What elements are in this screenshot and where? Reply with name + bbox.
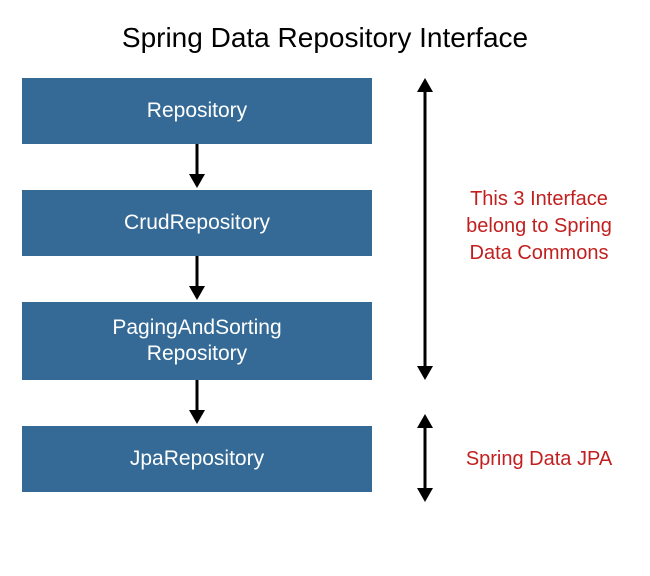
box-crud-repository: CrudRepository xyxy=(22,190,372,256)
box-paging-label-line2: Repository xyxy=(112,341,281,367)
bracket-commons-icon xyxy=(410,78,440,385)
bracket-jpa-icon xyxy=(410,414,440,507)
annotation-jpa-label: Spring Data JPA xyxy=(466,448,612,470)
arrow-down-icon xyxy=(22,380,372,426)
box-jpa-repository: JpaRepository xyxy=(22,426,372,492)
annotation-commons-line3: Data Commons xyxy=(450,240,628,267)
box-paging-sorting-repository: PagingAndSorting Repository xyxy=(22,302,372,380)
arrow-down-icon xyxy=(22,256,372,302)
annotation-commons: This 3 Interface belong to Spring Data C… xyxy=(450,186,628,267)
arrow-down-icon xyxy=(22,144,372,190)
box-paging-label-line1: PagingAndSorting xyxy=(112,315,281,341)
annotation-jpa: Spring Data JPA xyxy=(450,446,628,473)
box-jpa-label: JpaRepository xyxy=(130,446,264,472)
diagram-title: Spring Data Repository Interface xyxy=(0,0,650,54)
diagram-container: Repository CrudRepository PagingAndSorti… xyxy=(22,78,628,492)
box-crud-label: CrudRepository xyxy=(124,210,270,236)
annotation-commons-line2: belong to Spring xyxy=(450,213,628,240)
box-repository: Repository xyxy=(22,78,372,144)
box-repository-label: Repository xyxy=(147,98,247,124)
annotation-commons-line1: This 3 Interface xyxy=(450,186,628,213)
